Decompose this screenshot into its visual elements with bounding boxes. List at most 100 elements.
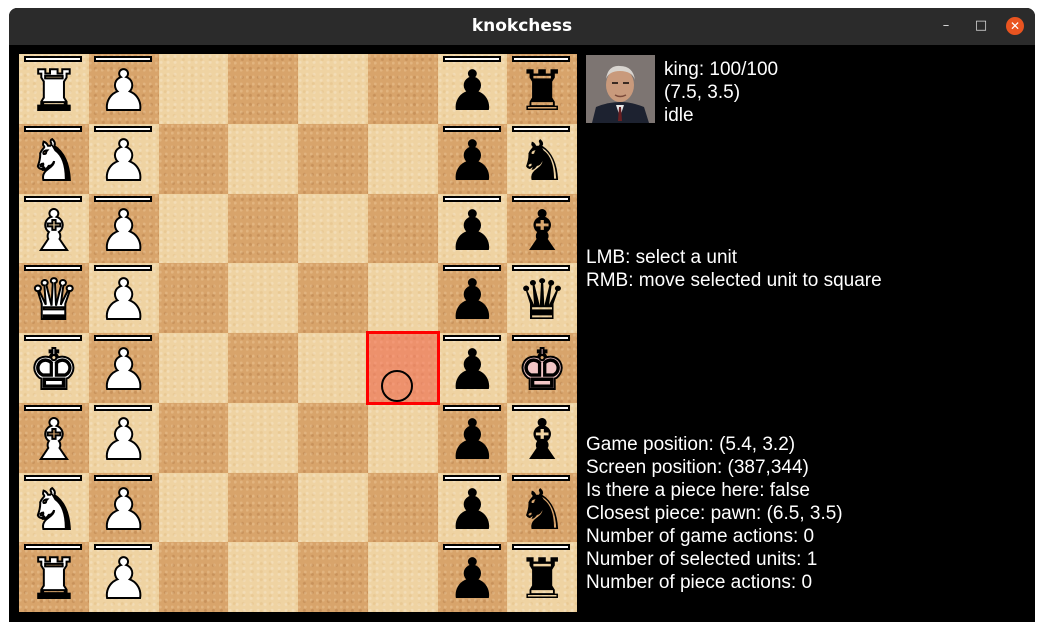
black-pawn-piece[interactable]: ♟ [438, 194, 508, 264]
board-square[interactable] [367, 54, 438, 124]
unit-name-health: king: 100/100 [664, 59, 779, 80]
white-pawn-piece[interactable]: ♟ [89, 194, 159, 264]
debug-closest-piece: Closest piece: pawn: (6.5, 3.5) [586, 503, 843, 524]
black-knight-piece[interactable]: ♞ [507, 124, 577, 194]
minimize-button[interactable]: – [937, 17, 955, 35]
debug-screen-position: Screen position: (387,344) [586, 457, 809, 478]
bishop-icon: ♝ [28, 198, 80, 264]
white-knight-piece[interactable]: ♞ [19, 124, 89, 194]
white-pawn-piece[interactable]: ♟ [89, 263, 159, 333]
board-square[interactable] [298, 542, 368, 612]
pawn-icon: ♟ [447, 128, 498, 194]
pawn-icon: ♟ [98, 268, 150, 334]
white-rook-piece[interactable]: ♜ [19, 542, 89, 612]
board-square[interactable] [228, 333, 298, 403]
white-queen-piece[interactable]: ♛ [19, 263, 89, 333]
unit-position: (7.5, 3.5) [664, 82, 741, 103]
pawn-icon: ♟ [447, 338, 498, 403]
board-square[interactable] [228, 402, 298, 473]
board-square[interactable] [158, 193, 229, 264]
black-pawn-piece[interactable]: ♟ [438, 473, 508, 543]
board-square[interactable] [298, 54, 368, 124]
debug-selected-units: Number of selected units: 1 [586, 549, 818, 570]
board-square[interactable] [367, 263, 438, 333]
board-square[interactable] [158, 123, 229, 194]
board-square[interactable] [158, 54, 229, 124]
pawn-icon: ♟ [98, 547, 150, 613]
board-square[interactable] [228, 263, 298, 333]
white-pawn-piece[interactable]: ♟ [89, 333, 159, 403]
black-rook-piece[interactable]: ♜ [507, 54, 577, 124]
black-king-piece[interactable]: ♚ [507, 333, 577, 403]
white-knight-piece[interactable]: ♞ [19, 473, 89, 543]
unit-state: idle [664, 105, 694, 126]
black-pawn-piece[interactable]: ♟ [438, 54, 508, 124]
window-title: knokchess [471, 16, 573, 36]
white-pawn-piece[interactable]: ♟ [89, 54, 159, 124]
black-pawn-piece[interactable]: ♟ [438, 542, 508, 612]
black-bishop-piece[interactable]: ♝ [507, 194, 577, 264]
white-pawn-piece[interactable]: ♟ [89, 473, 159, 543]
board-square[interactable] [367, 472, 438, 543]
white-pawn-piece[interactable]: ♟ [89, 403, 159, 473]
app-window: knokchess – □ ✕ ♜ ♟ ♟ ♜ ♞ ♟ ♟ ♞ ♝ ♟ ♟ ♝ ♛ ♟ ♟ ♛ ♚ ♟ ♟ ♚ ♝ ♟ ♟ ♝… [9, 8, 1035, 622]
unit-portrait [586, 55, 655, 123]
white-king-piece[interactable]: ♚ [19, 333, 89, 403]
board-square[interactable] [228, 123, 298, 194]
white-pawn-piece[interactable]: ♟ [89, 542, 159, 612]
white-pawn-piece[interactable]: ♟ [89, 124, 159, 194]
board-square[interactable] [367, 193, 438, 264]
bishop-icon: ♝ [517, 198, 568, 264]
black-pawn-piece[interactable]: ♟ [438, 333, 508, 403]
white-bishop-piece[interactable]: ♝ [19, 403, 89, 473]
board-square[interactable] [298, 472, 368, 543]
maximize-button[interactable]: □ [972, 17, 990, 35]
board-square[interactable] [158, 333, 229, 403]
chess-board[interactable]: ♜ ♟ ♟ ♜ ♞ ♟ ♟ ♞ ♝ ♟ ♟ ♝ ♛ ♟ ♟ ♛ ♚ ♟ ♟ ♚ ♝ ♟ ♟ ♝ ♞ ♟ ♟ ♞ ♜ ♟ ♟ ♜ [19, 54, 577, 612]
knight-icon: ♞ [28, 477, 80, 543]
rook-icon: ♜ [28, 59, 80, 124]
queen-icon: ♛ [28, 268, 80, 334]
board-square[interactable] [367, 542, 438, 612]
king-icon: ♚ [28, 338, 80, 403]
pawn-icon: ♟ [447, 477, 498, 543]
title-bar[interactable]: knokchess – □ ✕ [9, 8, 1035, 45]
black-knight-piece[interactable]: ♞ [507, 473, 577, 543]
knight-icon: ♞ [28, 128, 80, 194]
white-rook-piece[interactable]: ♜ [19, 54, 89, 124]
black-queen-piece[interactable]: ♛ [507, 263, 577, 333]
pawn-icon: ♟ [447, 59, 498, 124]
board-square[interactable] [367, 402, 438, 473]
board-square[interactable] [298, 123, 368, 194]
pawn-icon: ♟ [98, 59, 150, 124]
black-rook-piece[interactable]: ♜ [507, 542, 577, 612]
black-pawn-piece[interactable]: ♟ [438, 263, 508, 333]
white-bishop-piece[interactable]: ♝ [19, 194, 89, 264]
board-square[interactable] [298, 333, 368, 403]
board-square[interactable] [228, 193, 298, 264]
board-square[interactable] [298, 193, 368, 264]
pawn-icon: ♟ [447, 198, 498, 264]
pawn-icon: ♟ [98, 477, 150, 543]
bishop-icon: ♝ [517, 407, 568, 473]
board-square[interactable] [228, 54, 298, 124]
pawn-icon: ♟ [98, 407, 150, 473]
lmb-hint: LMB: select a unit [586, 247, 738, 268]
board-square[interactable] [298, 263, 368, 333]
knight-icon: ♞ [517, 128, 568, 194]
board-square[interactable] [228, 542, 298, 612]
board-square[interactable] [298, 402, 368, 473]
black-bishop-piece[interactable]: ♝ [507, 403, 577, 473]
board-square[interactable] [158, 472, 229, 543]
board-square[interactable] [367, 123, 438, 194]
pawn-icon: ♟ [98, 128, 150, 194]
close-button[interactable]: ✕ [1006, 17, 1024, 35]
bishop-icon: ♝ [28, 407, 80, 473]
board-square[interactable] [228, 472, 298, 543]
black-pawn-piece[interactable]: ♟ [438, 403, 508, 473]
board-square[interactable] [158, 542, 229, 612]
king-icon: ♚ [516, 338, 568, 403]
black-pawn-piece[interactable]: ♟ [438, 124, 508, 194]
board-square[interactable] [158, 402, 229, 473]
board-square[interactable] [158, 263, 229, 333]
